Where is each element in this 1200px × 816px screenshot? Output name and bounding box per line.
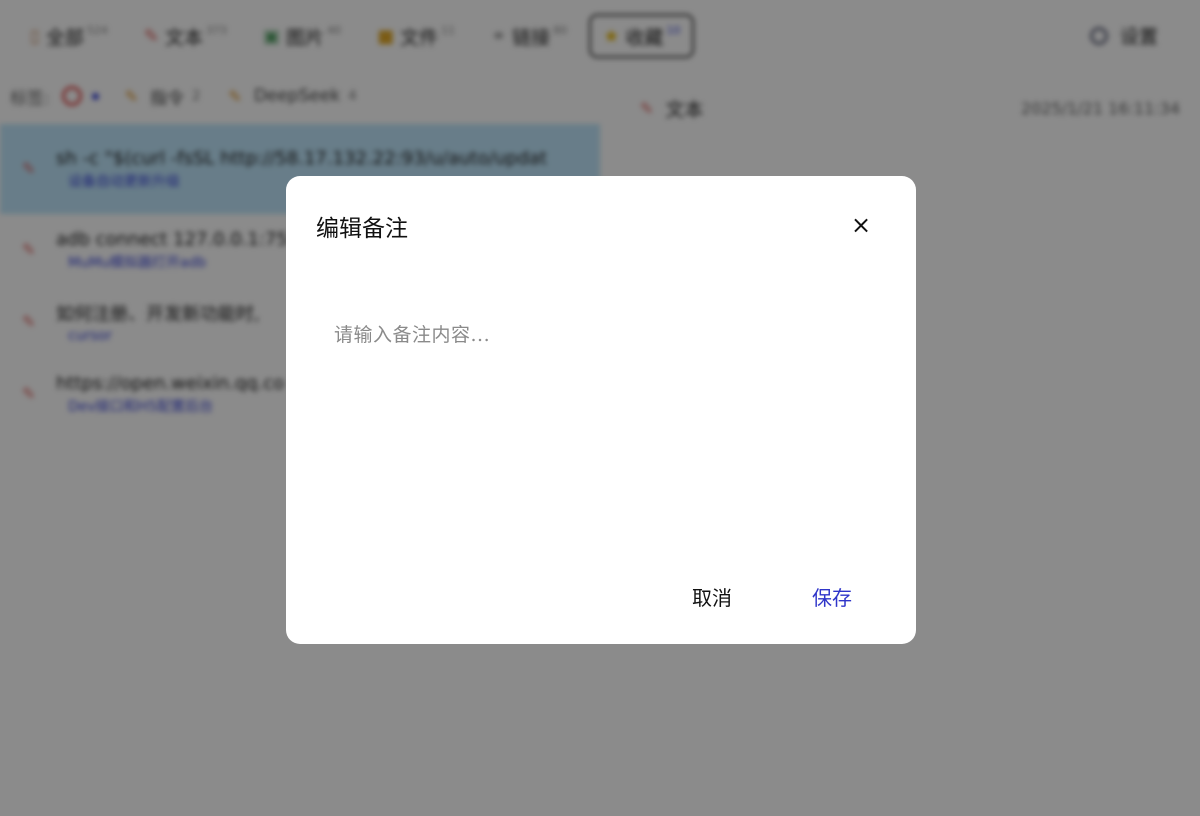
edit-note-dialog: 编辑备注 × 取消 保存 — [286, 176, 916, 644]
cancel-button[interactable]: 取消 — [680, 576, 744, 616]
dialog-title: 编辑备注 — [316, 216, 408, 242]
save-button[interactable]: 保存 — [800, 576, 864, 616]
close-icon[interactable]: × — [842, 210, 880, 240]
note-input[interactable] — [316, 306, 886, 536]
